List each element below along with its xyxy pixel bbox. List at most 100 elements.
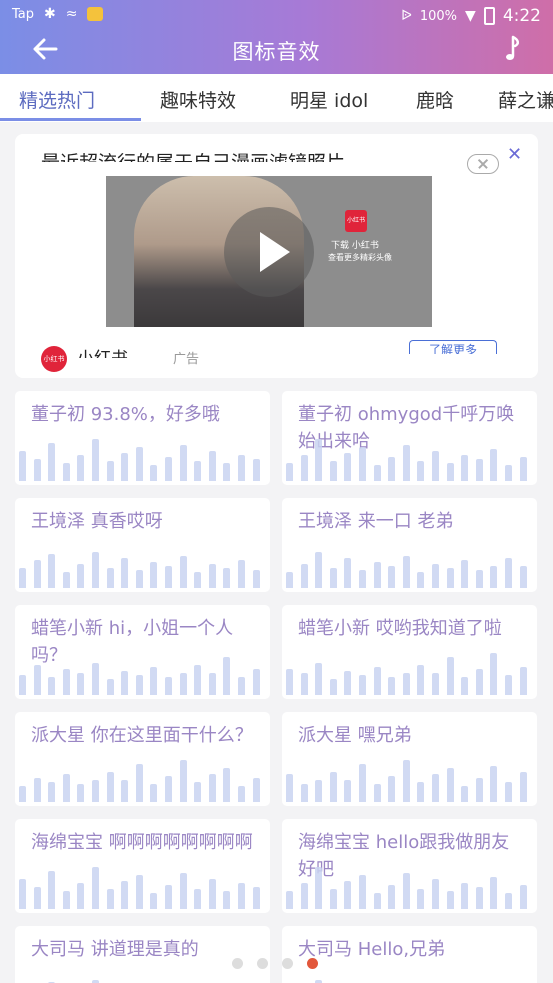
sound-card-label: 王境泽 来一口 老弟 [298,511,454,532]
waveform-bar [344,558,352,588]
waveform-bar [33,665,41,695]
ad-dismiss-icon[interactable]: ✕ [507,144,522,165]
waveform-bar [165,885,172,909]
waveform-bar [475,459,483,481]
ad-video-subcaption: 查看更多精彩头像 [328,253,392,262]
waveform-bar [135,764,143,802]
waveform-bar [33,887,41,909]
waveform-bar [388,457,396,481]
ad-brand-name: 小红书 [77,344,128,358]
waveform-bar [62,774,70,802]
waveform-bar [135,570,143,588]
tab-xuezhiqian[interactable]: 薛之谦 [498,86,553,113]
waveform-bar [223,657,231,695]
waveform-bar [315,439,323,481]
sound-card[interactable]: 派大星 你在这里面干什么？ [15,712,270,806]
waveform-bar [106,461,114,481]
waveform-bar [165,566,172,588]
waveform-bar [194,889,202,909]
sound-card[interactable]: 大司马 Hello,兄弟 [282,926,537,983]
waveform-bar [165,776,172,802]
waveform-bar [252,459,260,481]
waveform-bar [238,455,245,481]
ad-video[interactable]: 小红书 下载 小红书 查看更多精彩头像 [106,176,432,327]
waveform-bar [388,566,396,588]
waveform-bar [417,461,425,481]
waveform-bar [315,867,323,909]
waveform-bar [62,572,70,588]
sound-card[interactable]: 海绵宝宝 hello跟我做朋友好吧 [282,819,537,913]
waveform-bar [388,776,396,802]
ad-banner[interactable]: 最近超流行的属于自己漫画滤镜照片 ✕ 小红书 下载 小红书 查看更多精彩头像 小… [15,134,538,378]
waveform-bar [446,657,454,695]
tab-idol[interactable]: 明星 idol [290,86,368,113]
waveform-bar [373,562,381,588]
tab-luhan[interactable]: 鹿晗 [416,86,454,113]
status-bar: Tap ✱ ≈ ᐉ 100% ▼ 4:22 [0,0,553,32]
waveform-bar [300,883,308,909]
waveform-bar [150,562,158,588]
waveform-bar [329,568,337,588]
sound-card[interactable]: 王境泽 真香哎呀 [15,498,270,592]
waveform-bar [19,451,26,481]
pager-dot-active[interactable] [307,958,318,969]
waveform-bar [194,572,202,588]
waveform-bar [505,782,512,802]
waveform-bar [373,893,381,909]
pager-dot[interactable] [282,958,293,969]
waveform-bar [461,883,469,909]
waveform-bar [417,782,425,802]
ad-video-caption: 下载 小红书 [331,241,379,251]
music-note-icon[interactable] [501,34,525,64]
waveform-bar [505,893,512,909]
waveform-bar [106,679,114,695]
ad-close-icon[interactable] [467,154,499,174]
waveform-icon [282,647,537,695]
sound-card[interactable]: 海绵宝宝 啊啊啊啊啊啊啊啊 [15,819,270,913]
sound-card[interactable]: 蜡笔小新 hi，小姐一个人吗？ [15,605,270,699]
signal-icon: ▼ [465,8,476,24]
waveform-bar [208,673,216,695]
pager-dot[interactable] [257,958,268,969]
waveform-icon [15,754,270,802]
waveform-icon [15,540,270,588]
sound-card-label: 大司马 Hello,兄弟 [298,939,446,960]
waveform-bar [252,669,260,695]
waveform-bar [77,673,85,695]
waveform-bar [48,871,56,909]
waveform-icon [15,861,270,909]
tab-hot[interactable]: 精选热门 [19,86,95,113]
sound-card[interactable]: 派大星 嘿兄弟 [282,712,537,806]
waveform-icon [15,968,270,983]
ad-cta-button[interactable]: 了解更多 [409,340,497,354]
waveform-bar [344,453,352,481]
waveform-bar [344,671,352,695]
waveform-bar [77,455,85,481]
sound-card[interactable]: 蜡笔小新 哎哟我知道了啦 [282,605,537,699]
waveform-bar [519,457,527,481]
waveform-bar [475,669,483,695]
waveform-bar [62,669,70,695]
pager-dot[interactable] [232,958,243,969]
waveform-bar [344,881,352,909]
play-icon[interactable] [224,207,314,297]
waveform-bar [329,889,337,909]
waveform-bar [505,675,512,695]
waveform-bar [432,564,439,588]
sound-card[interactable]: 王境泽 来一口 老弟 [282,498,537,592]
waveform-bar [33,560,41,588]
waveform-bar [373,667,381,695]
waveform-bar [33,778,41,802]
sound-card[interactable]: 大司马 讲道理是真的 [15,926,270,983]
sound-card[interactable]: 董子初 ohmygod千呼万唤始出来哈 [282,391,537,485]
waveform-bar [417,665,425,695]
waveform-bar [77,883,85,909]
waveform-bar [19,568,26,588]
waveform-bar [194,665,202,695]
waveform-bar [300,564,308,588]
tab-fun-effects[interactable]: 趣味特效 [160,86,236,113]
waveform-bar [402,673,410,695]
waveform-bar [194,461,202,481]
waveform-bar [490,766,498,802]
sound-card[interactable]: 董子初 93.8%，好多哦 [15,391,270,485]
